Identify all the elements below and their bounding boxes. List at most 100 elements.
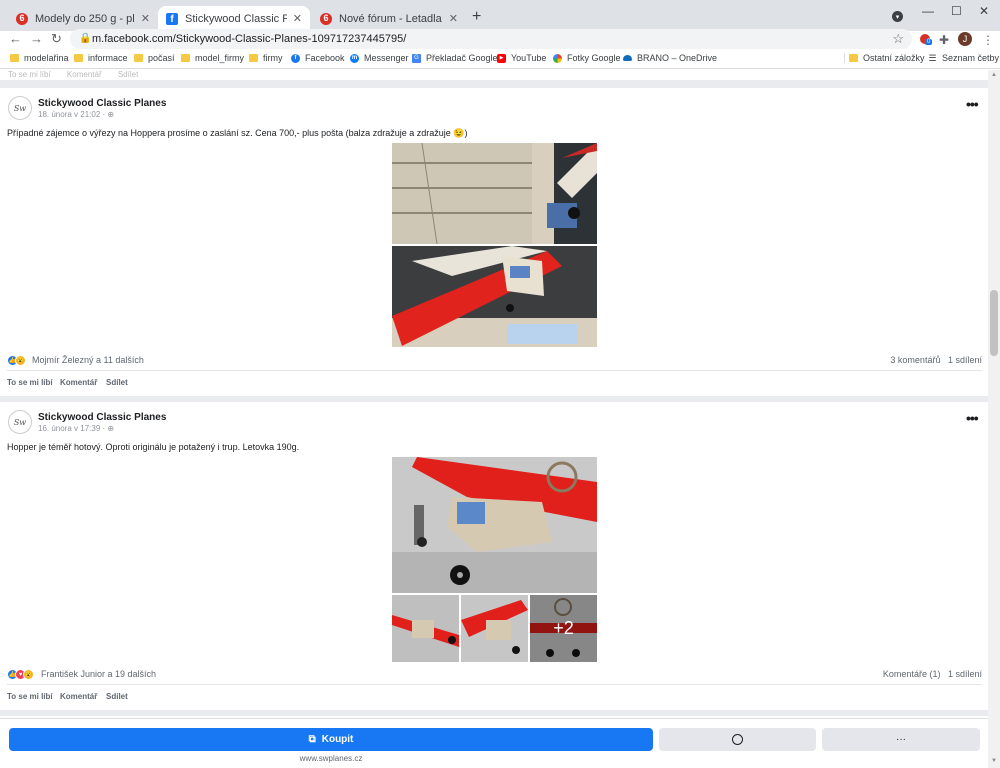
comment-button[interactable]: Komentář [60, 692, 97, 701]
tab-stickywood[interactable]: f Stickywood Classic Planes - Hlav ✕ [158, 6, 310, 31]
bookmark-label: Překladač Google [426, 53, 498, 63]
post-photo[interactable] [392, 457, 597, 593]
bookmark-label: firmy [263, 53, 283, 63]
post-more-icon[interactable]: ••• [966, 410, 979, 426]
maximize-icon[interactable]: ☐ [951, 4, 962, 18]
tab-rcm[interactable]: 6 Modely do 250 g - plánky • RCm ✕ [8, 6, 158, 31]
page-avatar[interactable]: Sw [8, 410, 32, 434]
website-link[interactable]: www.swplanes.cz [0, 754, 662, 763]
translate-icon: G [412, 53, 421, 63]
scrollbar-thumb[interactable] [990, 290, 998, 356]
share-button[interactable]: Sdílet [106, 378, 128, 387]
post-more-icon[interactable]: ••• [966, 96, 979, 112]
bookmark-informace[interactable]: informace [74, 53, 128, 63]
lock-icon: 🔒 [79, 33, 92, 44]
bookmark-label: modelařina [24, 53, 69, 63]
folder-icon [74, 54, 83, 63]
like-button[interactable]: To se mi líbí [7, 692, 53, 701]
new-tab-button[interactable]: + [472, 8, 481, 26]
close-window-icon[interactable]: ✕ [979, 4, 989, 18]
scrollbar[interactable]: ▲ ▼ [988, 70, 1000, 768]
tab-search-icon[interactable]: ▾ [892, 11, 903, 22]
reload-icon[interactable]: ↻ [51, 31, 62, 47]
post-photo[interactable] [392, 246, 597, 347]
messenger-icon: m [350, 53, 359, 63]
comment-share-count[interactable]: 3 komentářů 1 sdílení [890, 355, 982, 365]
like-button[interactable]: To se mi líbí [7, 378, 53, 387]
share-count: 1 sdílení [947, 669, 982, 679]
facebook-icon: f [291, 53, 300, 63]
comment-share-count[interactable]: Komentáře (1) 1 sdílení [883, 669, 982, 679]
reaction-count: Mojmír Železný a 11 dalších [32, 355, 144, 365]
facebook-feed[interactable]: To se mi líbí Komentář Sdílet Sw Stickyw… [0, 70, 988, 768]
tab-title: Nové fórum - Letadla do 250g - [339, 12, 443, 25]
close-icon[interactable]: ✕ [141, 12, 150, 25]
buy-label: Koupit [321, 734, 354, 745]
folder-icon [249, 54, 258, 63]
post-time[interactable]: 18. února v 21:02 · ⊕ [38, 110, 114, 119]
menu-icon[interactable]: ⋮ [982, 33, 994, 47]
extension-badge: 0 [925, 39, 933, 45]
bookmarks-bar: modelařina informace počasí model_firmy … [0, 49, 1000, 69]
bookmark-label: Seznam četby [942, 53, 1000, 63]
bookmark-model-firmy[interactable]: model_firmy [181, 53, 244, 63]
bookmark-photos[interactable]: Fotky Google [553, 53, 621, 63]
comment-button[interactable]: Komentář [60, 378, 97, 387]
post-author[interactable]: Stickywood Classic Planes [38, 412, 166, 423]
bookmark-pocasi[interactable]: počasí [134, 53, 175, 63]
share-label-fragment: Sdílet [117, 70, 139, 79]
bookmark-youtube[interactable]: ▶ YouTube [497, 53, 546, 63]
forward-icon[interactable]: → [30, 31, 43, 46]
cloud-icon [623, 55, 632, 61]
post: Sw Stickywood Classic Planes 16. února v… [0, 402, 988, 710]
address-bar[interactable]: 🔒 m.facebook.com/Stickywood-Classic-Plan… [70, 29, 912, 49]
messenger-icon [732, 734, 743, 745]
url-text[interactable]: m.facebook.com/Stickywood-Classic-Planes… [92, 33, 406, 45]
other-bookmarks[interactable]: Ostatní záložky [844, 53, 925, 63]
bookmark-onedrive[interactable]: BRANO – OneDrive [623, 53, 717, 63]
close-icon[interactable]: ✕ [293, 12, 302, 25]
puzzle-icon[interactable]: ✚ [939, 33, 949, 47]
bookmark-messenger[interactable]: m Messenger [350, 53, 409, 63]
profile-avatar[interactable]: J [958, 32, 972, 46]
photos-icon [553, 53, 562, 63]
folder-icon [134, 54, 143, 63]
bookmark-modelarina[interactable]: modelařina [10, 53, 69, 63]
folder-icon [10, 54, 19, 63]
bookmark-star-icon[interactable]: ☆ [892, 31, 904, 47]
bookmark-label: Messenger [364, 53, 409, 63]
tab-title: Stickywood Classic Planes - Hlav [185, 12, 287, 25]
bookmark-label: Facebook [305, 53, 345, 63]
bookmark-label: informace [88, 53, 128, 63]
more-button[interactable]: ··· [822, 728, 980, 751]
minimize-icon[interactable]: — [922, 4, 934, 18]
post-actions: To se mi líbí Komentář Sdílet [7, 370, 982, 394]
post-photo[interactable] [392, 143, 597, 244]
scroll-down-icon[interactable]: ▼ [991, 758, 997, 764]
bookmark-translate[interactable]: G Překladač Google [412, 53, 498, 63]
close-icon[interactable]: ✕ [449, 12, 458, 25]
bookmark-label: YouTube [511, 53, 547, 63]
post-photo-thumb[interactable] [461, 595, 528, 662]
back-icon[interactable]: ← [9, 31, 22, 46]
buy-button[interactable]: ⧉ Koupit [9, 728, 653, 751]
messenger-button[interactable] [659, 728, 816, 751]
tab-bar: 6 Modely do 250 g - plánky • RCm ✕ f Sti… [0, 0, 1000, 31]
youtube-icon: ▶ [497, 53, 506, 63]
tab-title: Modely do 250 g - plánky • RCm [35, 12, 135, 25]
tab-forum[interactable]: 6 Nové fórum - Letadla do 250g - ✕ [312, 6, 466, 31]
extension-icon[interactable]: 0 [920, 33, 933, 47]
post-photo-thumb[interactable] [392, 595, 459, 662]
scroll-up-icon[interactable]: ▲ [991, 72, 997, 78]
like-label-fragment: To se mi líbí [8, 70, 51, 79]
post-photo-more[interactable]: +2 [530, 595, 597, 662]
more-label: ··· [896, 734, 906, 745]
share-button[interactable]: Sdílet [106, 692, 128, 701]
rc-logo-icon: 6 [320, 12, 332, 25]
bookmark-firmy[interactable]: firmy [249, 53, 283, 63]
bookmark-facebook[interactable]: f Facebook [291, 53, 345, 63]
reading-list[interactable]: ☰ Seznam četby [928, 53, 1000, 64]
post-author[interactable]: Stickywood Classic Planes [38, 98, 166, 109]
post-time[interactable]: 16. února v 17:39 · ⊕ [38, 424, 114, 433]
page-avatar[interactable]: Sw [8, 96, 32, 120]
